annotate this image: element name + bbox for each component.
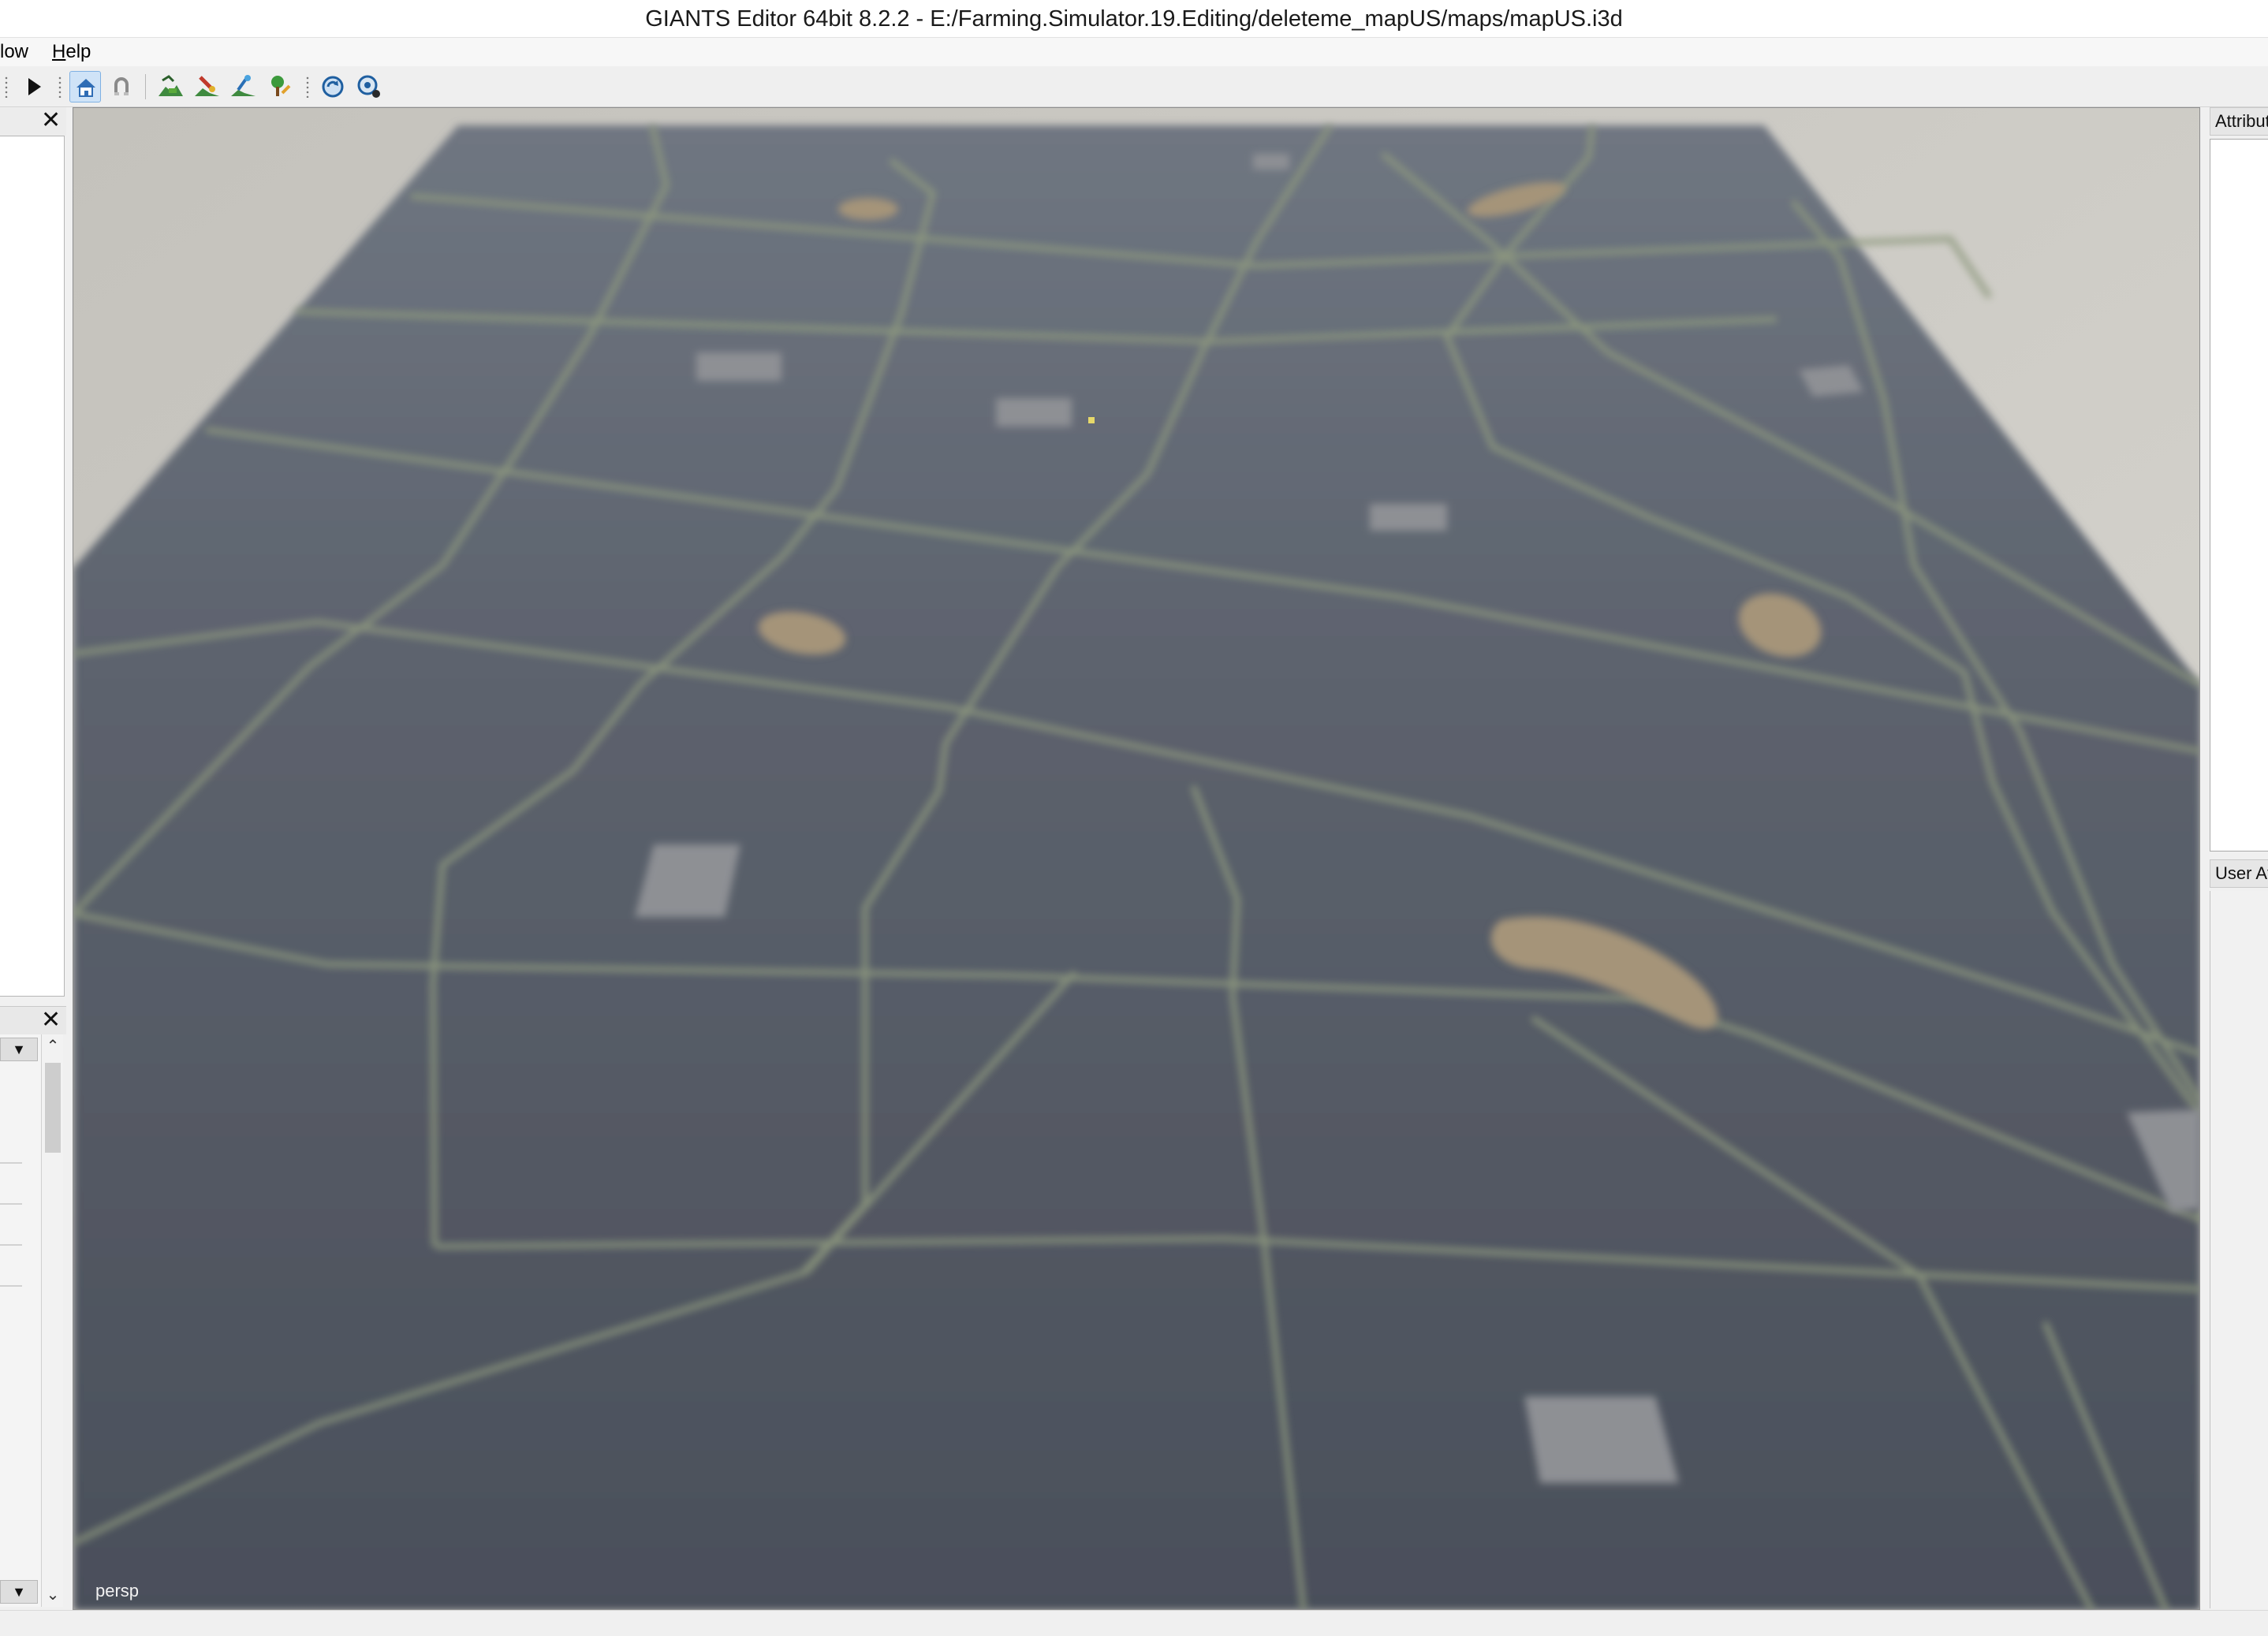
selection-marker — [1088, 417, 1095, 423]
settings-refresh-icon[interactable] — [353, 71, 385, 102]
play-icon[interactable] — [17, 71, 49, 102]
scroll-down-icon[interactable]: ⌄ — [42, 1583, 64, 1607]
magnet-icon[interactable] — [106, 71, 137, 102]
attributes-side-panel: ✕ ▼ ▼ ⌃ ⌄ — [0, 1006, 66, 1607]
attributes-panel: Attribut — [2206, 107, 2268, 856]
terrain-paint-icon[interactable] — [155, 71, 186, 102]
tree-paint-icon[interactable] — [263, 71, 295, 102]
dropdown-arrow-icon[interactable]: ▼ — [0, 1038, 38, 1061]
user-attributes-panel: User At — [2206, 859, 2268, 1610]
close-icon[interactable]: ✕ — [41, 109, 61, 132]
menu-help[interactable]: Help — [52, 41, 91, 63]
menu-window[interactable]: low — [0, 41, 28, 63]
panel-header: ✕ — [0, 107, 66, 136]
terrain-scene — [73, 108, 2199, 1609]
refresh-icon[interactable] — [317, 71, 349, 102]
scenegraph-tree[interactable] — [0, 136, 65, 997]
terrain-sculpt-icon[interactable] — [191, 71, 222, 102]
home-camera-icon[interactable] — [69, 71, 101, 102]
panel-header: ✕ — [0, 1006, 66, 1034]
toolbar-grip[interactable] — [5, 76, 8, 98]
toolbar — [0, 66, 2268, 107]
close-icon[interactable]: ✕ — [41, 1008, 61, 1032]
scenegraph-panel: ✕ — [0, 107, 66, 1003]
camera-label: persp — [95, 1581, 140, 1601]
toolbar-grip[interactable] — [306, 76, 309, 98]
giants-editor-window: GIANTS Editor 64bit 8.2.2 - E:/Farming.S… — [0, 0, 2268, 1636]
foliage-paint-icon[interactable] — [227, 71, 259, 102]
window-title: GIANTS Editor 64bit 8.2.2 - E:/Farming.S… — [0, 0, 2268, 38]
status-bar — [0, 1610, 2268, 1636]
scroll-up-icon[interactable]: ⌃ — [42, 1034, 64, 1058]
menu-bar: low Help — [0, 38, 2268, 66]
attributes-panel-title[interactable]: Attribut — [2210, 107, 2268, 136]
scrollbar-thumb[interactable] — [45, 1063, 61, 1153]
3d-viewport[interactable]: persp — [73, 107, 2200, 1610]
toolbar-grip[interactable] — [58, 76, 62, 98]
panel-body: ▼ ▼ — [0, 1034, 41, 1607]
attributes-content[interactable] — [2210, 139, 2268, 852]
dropdown-arrow-icon[interactable]: ▼ — [0, 1580, 38, 1604]
vertical-scrollbar[interactable]: ⌃ ⌄ — [41, 1034, 63, 1607]
user-attributes-content[interactable] — [2210, 891, 2268, 1608]
user-attributes-panel-title[interactable]: User At — [2210, 859, 2268, 888]
